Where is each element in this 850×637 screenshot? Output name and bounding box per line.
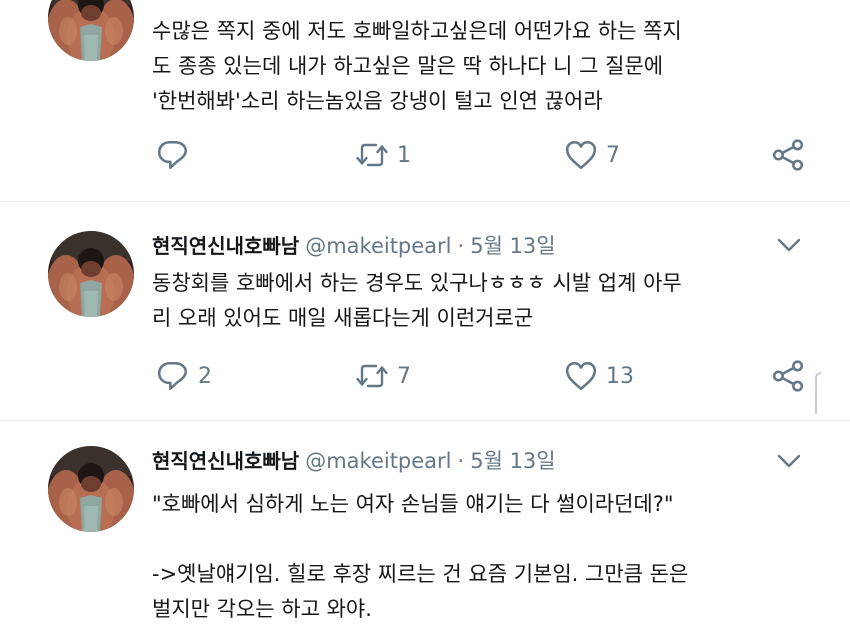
share-button[interactable] [771, 138, 805, 172]
reply-icon [156, 138, 190, 172]
retweet-count: 7 [397, 363, 411, 389]
avatar[interactable] [48, 446, 134, 532]
tweet-text: 동창회를 호빠에서 하는 경우도 있구나ㅎㅎㅎ 시발 업계 아무 리 오래 있어… [152, 271, 682, 330]
retweet-count: 1 [397, 142, 411, 168]
tweet[interactable]: 현직연신내호빠남 @makeitpearl · 5월 13일 동창회를 호빠에서… [0, 202, 850, 420]
avatar[interactable] [48, 231, 134, 317]
like-button[interactable]: 13 [564, 359, 634, 393]
separator: · [457, 234, 465, 258]
retweet-icon [355, 138, 389, 172]
timeline: 수많은 쪽지 중에 저도 호빠일하고싶은데 어떤가요 하는 쪽지 도 종종 있는… [0, 0, 850, 637]
share-icon [771, 359, 805, 393]
retweet-button[interactable]: 7 [355, 359, 411, 393]
avatar[interactable] [48, 0, 134, 61]
tweet-header: 현직연신내호빠남 @makeitpearl · 5월 13일 [152, 445, 556, 475]
tweet-date[interactable]: 5월 13일 [470, 445, 555, 475]
display-name[interactable]: 현직연신내호빠남 [152, 445, 299, 474]
tweet-menu-button[interactable] [776, 235, 802, 255]
tweet-actions: 1 7 [152, 138, 812, 172]
heart-icon [564, 359, 598, 393]
reply-icon [156, 359, 190, 393]
reply-button[interactable] [156, 138, 198, 172]
like-button[interactable]: 7 [564, 138, 620, 172]
tweet[interactable]: 수많은 쪽지 중에 저도 호빠일하고싶은데 어떤가요 하는 쪽지 도 종종 있는… [0, 0, 850, 200]
share-icon [771, 138, 805, 172]
user-handle[interactable]: @makeitpearl [305, 234, 451, 258]
tweet[interactable]: 현직연신내호빠남 @makeitpearl · 5월 13일 "호빠에서 심하게… [0, 421, 850, 637]
tweet-actions: 2 7 13 [152, 359, 812, 393]
separator: · [457, 449, 465, 473]
tweet-date[interactable]: 5월 13일 [470, 230, 555, 260]
chevron-down-icon [776, 454, 802, 475]
reply-button[interactable]: 2 [156, 359, 212, 393]
retweet-button[interactable]: 1 [355, 138, 411, 172]
like-count: 13 [606, 363, 634, 389]
share-button[interactable] [771, 359, 805, 393]
tweet-text: 수많은 쪽지 중에 저도 호빠일하고싶은데 어떤가요 하는 쪽지 도 종종 있는… [152, 19, 682, 113]
like-count: 7 [606, 142, 620, 168]
heart-icon [564, 138, 598, 172]
tweet-menu-button[interactable] [776, 451, 802, 471]
tweet-text: "호빠에서 심하게 노는 여자 손님들 얘기는 다 썰이라던데?" ->옛날얘기… [152, 492, 689, 621]
tweet-header: 현직연신내호빠남 @makeitpearl · 5월 13일 [152, 230, 556, 260]
chevron-down-icon [776, 238, 802, 259]
scrollbar[interactable] [815, 372, 821, 414]
reply-count: 2 [198, 363, 212, 389]
retweet-icon [355, 359, 389, 393]
display-name[interactable]: 현직연신내호빠남 [152, 230, 299, 259]
user-handle[interactable]: @makeitpearl [305, 449, 451, 473]
